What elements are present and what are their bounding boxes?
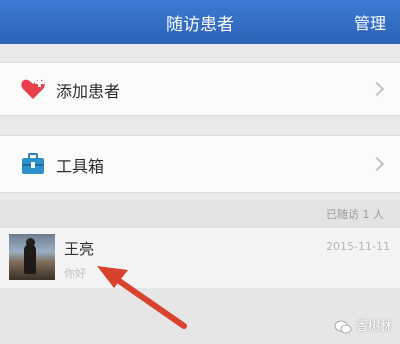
- watermark: 香树林: [334, 317, 392, 334]
- annotation-arrow-icon: [97, 266, 187, 329]
- wechat-icon: [334, 320, 352, 333]
- watermark-text: 香树林: [355, 319, 392, 333]
